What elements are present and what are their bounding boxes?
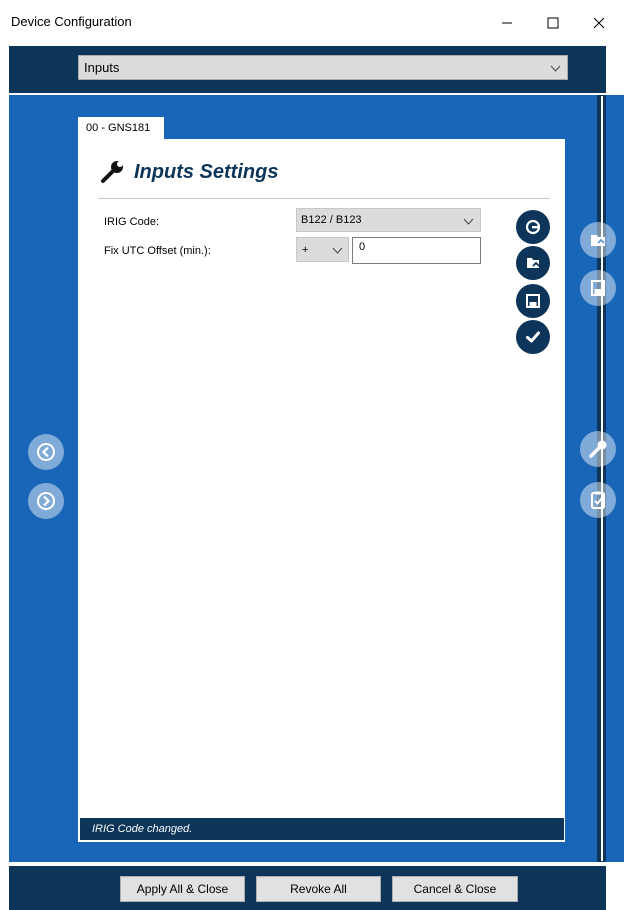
window-title: Device Configuration [11, 14, 132, 29]
maximize-icon [547, 17, 559, 29]
chevron-down-icon [463, 218, 474, 225]
revoke-all-button[interactable]: Revoke All [256, 876, 381, 902]
chevron-down-icon [550, 65, 561, 72]
save-button[interactable] [516, 284, 550, 318]
chevron-down-icon [332, 247, 343, 254]
apply-button[interactable] [516, 320, 550, 354]
side-load-button[interactable] [580, 222, 616, 258]
panel-heading: Inputs Settings [100, 160, 278, 184]
side-settings-button[interactable] [580, 431, 616, 467]
page-title: Inputs Settings [134, 160, 279, 183]
utc-sign-select[interactable]: + [296, 237, 349, 262]
utc-offset-input[interactable]: 0 [352, 237, 481, 264]
arrow-right-icon [37, 492, 55, 510]
heading-divider [98, 198, 550, 199]
close-button[interactable] [576, 6, 622, 40]
tab-device[interactable]: 00 - GNS181 [78, 117, 164, 139]
close-icon [593, 17, 605, 29]
apply-check-icon [526, 331, 540, 343]
revoke-icon [525, 219, 541, 235]
arrow-left-icon [37, 443, 55, 461]
maximize-button[interactable] [530, 6, 576, 40]
section-dropdown-value: Inputs [84, 60, 120, 75]
clipboard-check-icon [591, 491, 605, 509]
save-icon [526, 294, 540, 308]
status-bar: IRIG Code changed. [80, 818, 564, 840]
load-button[interactable] [516, 246, 550, 280]
utc-sign-value: + [302, 243, 309, 256]
save-icon [591, 280, 605, 296]
wrench-icon [589, 440, 607, 458]
right-divider-line [601, 96, 603, 861]
side-save-button[interactable] [580, 270, 616, 306]
irig-code-select[interactable]: B122 / B123 [296, 208, 481, 232]
apply-all-close-button[interactable]: Apply All & Close [120, 876, 245, 902]
revoke-button[interactable] [516, 210, 550, 244]
load-icon [591, 235, 605, 246]
next-button[interactable] [28, 483, 64, 519]
previous-button[interactable] [28, 434, 64, 470]
side-clipboard-button[interactable] [580, 482, 616, 518]
irig-code-label: IRIG Code: [104, 216, 160, 228]
minimize-button[interactable] [484, 6, 530, 40]
utc-offset-label: Fix UTC Offset (min.): [104, 245, 211, 257]
wrench-icon [101, 161, 123, 183]
minimize-icon [502, 22, 512, 24]
load-icon [527, 258, 540, 268]
irig-code-value: B122 / B123 [301, 214, 362, 226]
section-dropdown[interactable]: Inputs [78, 55, 568, 80]
cancel-close-button[interactable]: Cancel & Close [392, 876, 518, 902]
